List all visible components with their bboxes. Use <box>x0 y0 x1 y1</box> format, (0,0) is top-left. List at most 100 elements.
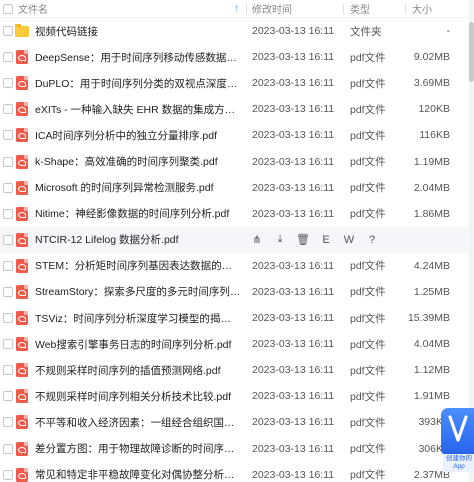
file-name[interactable]: 不规则采样时间序列相关分析技术比较.pdf <box>35 389 241 404</box>
column-header-time[interactable]: 修改时间 <box>252 1 292 16</box>
select-all-checkbox[interactable] <box>3 4 13 14</box>
file-size: 1.25MB <box>413 285 450 298</box>
word-convert-icon[interactable]: W <box>342 233 356 247</box>
row-checkbox[interactable] <box>3 417 13 428</box>
file-name[interactable]: DuPLO：用于时间序列分类的双视点深度学习架构.pdf <box>35 76 241 91</box>
row-checkbox[interactable] <box>3 339 13 350</box>
file-type: pdf文件 <box>350 390 386 403</box>
file-row[interactable]: 视频代码链接 2023-03-13 16:11 文件夹 - <box>0 18 474 44</box>
file-name[interactable]: 差分置方图：用于物理故障诊断的时间序列分析新工具.pdf <box>35 441 241 456</box>
row-checkbox[interactable] <box>3 78 13 89</box>
file-modified-time: 2023-03-13 16:11 <box>252 338 335 351</box>
file-row[interactable]: NTCIR-12 Lifelog 数据分析.pdf ⋔ ⤓ 🗑 E W? <box>0 226 474 253</box>
file-name[interactable]: Nitime：神经影像数据的时间序列分析.pdf <box>35 206 241 221</box>
file-modified-time: 2023-03-13 16:11 <box>252 442 335 455</box>
file-name[interactable]: 常见和特定非平稳故障变化对偶协整分析的故障诊断.pdf <box>35 467 241 482</box>
delete-icon[interactable]: 🗑 <box>296 233 310 247</box>
row-checkbox[interactable] <box>3 130 13 141</box>
file-modified-time: 2023-03-13 16:11 <box>252 51 335 64</box>
file-name[interactable]: 视频代码链接 <box>35 24 241 39</box>
text-extract-icon[interactable]: E <box>319 233 333 247</box>
file-name[interactable]: DeepSense：用于时间序列移动传感数据处理的统一深度学习框架.pdf <box>35 50 241 65</box>
file-modified-time: 2023-03-13 16:11 <box>252 285 335 298</box>
sort-ascending-icon[interactable]: ↑ <box>234 3 239 14</box>
file-row[interactable]: Nitime：神经影像数据的时间序列分析.pdf 2023-03-13 16:11… <box>0 201 474 227</box>
share-icon[interactable]: ⋔ <box>250 233 264 247</box>
column-divider[interactable] <box>343 4 344 14</box>
file-modified-time: 2023-03-13 16:11 <box>252 129 335 142</box>
file-size: 116KB <box>419 129 450 142</box>
file-row[interactable]: StreamStory：探索多尺度的多元时间序列.pdf 2023-03-13 1… <box>0 279 474 305</box>
row-hover-actions: ⋔ ⤓ 🗑 E W? <box>250 233 379 247</box>
row-checkbox[interactable] <box>3 313 13 324</box>
more-icon[interactable]: ? <box>365 233 379 247</box>
file-row[interactable]: 差分置方图：用于物理故障诊断的时间序列分析新工具.pdf 2023-03-13 1… <box>0 436 474 462</box>
file-row[interactable]: eXITs - 一种输入缺失 EHR 数据的集成方法.pdf 2023-03-13… <box>0 96 474 122</box>
file-type: pdf文件 <box>350 260 386 273</box>
download-icon[interactable]: ⤓ <box>273 233 287 247</box>
file-name[interactable]: TSViz：时间序列分析深度学习模型的揭秘.pdf <box>35 311 241 326</box>
column-divider[interactable] <box>246 4 247 14</box>
file-name[interactable]: Microsoft 的时间序列异常检测服务.pdf <box>35 180 241 195</box>
row-checkbox[interactable] <box>3 286 13 297</box>
pdf-file-icon <box>16 415 28 430</box>
column-header-name[interactable]: 文件名 <box>18 1 48 16</box>
row-checkbox[interactable] <box>3 365 13 376</box>
file-name[interactable]: NTCIR-12 Lifelog 数据分析.pdf <box>35 232 241 247</box>
file-modified-time: 2023-03-13 16:11 <box>252 468 335 481</box>
file-type: pdf文件 <box>350 208 386 221</box>
file-modified-time: 2023-03-13 16:11 <box>252 207 335 220</box>
row-checkbox[interactable] <box>3 260 13 271</box>
file-size: 120KB <box>418 103 450 116</box>
file-row[interactable]: 不规则采样时间序列相关分析技术比较.pdf 2023-03-13 16:11 pdf… <box>0 383 474 409</box>
file-modified-time: 2023-03-13 16:11 <box>252 155 335 168</box>
file-type: pdf文件 <box>350 77 386 90</box>
row-checkbox[interactable] <box>3 52 13 63</box>
file-row[interactable]: 常见和特定非平稳故障变化对偶协整分析的故障诊断.pdf 2023-03-13 16… <box>0 462 474 482</box>
column-header-type[interactable]: 类型 <box>350 1 370 16</box>
pdf-file-icon <box>16 206 28 221</box>
file-row[interactable]: ICA时间序列分析中的独立分量排序.pdf 2023-03-13 16:11 pdf… <box>0 122 474 148</box>
row-checkbox[interactable] <box>3 234 13 245</box>
file-type: pdf文件 <box>350 364 386 377</box>
file-row[interactable]: TSViz：时间序列分析深度学习模型的揭秘.pdf 2023-03-13 16:1… <box>0 305 474 331</box>
file-name[interactable]: Web搜索引擎事务日志的时间序列分析.pdf <box>35 337 241 352</box>
pdf-file-icon <box>16 50 28 65</box>
file-row[interactable]: 不平等和收入经济因素：一组经合组织国家的时间序列分析.pdf 2023-03-13… <box>0 409 474 435</box>
pdf-file-icon <box>16 389 28 404</box>
column-header-size[interactable]: 大小 <box>412 1 432 16</box>
row-checkbox[interactable] <box>3 182 13 193</box>
file-name[interactable]: STEM：分析矩时间序列基因表达数据的工具.pdf <box>35 258 241 273</box>
file-name[interactable]: k-Shape：高效准确的时间序列聚类.pdf <box>35 154 241 169</box>
column-divider[interactable] <box>405 4 406 14</box>
pdf-file-icon <box>16 311 28 326</box>
row-checkbox[interactable] <box>3 391 13 402</box>
file-modified-time: 2023-03-13 16:11 <box>252 312 335 325</box>
row-checkbox[interactable] <box>3 469 13 480</box>
file-name[interactable]: StreamStory：探索多尺度的多元时间序列.pdf <box>35 284 241 299</box>
scrollbar-thumb[interactable] <box>469 22 474 82</box>
file-name[interactable]: ICA时间序列分析中的独立分量排序.pdf <box>35 128 241 143</box>
row-checkbox[interactable] <box>3 208 13 219</box>
floating-app-badge[interactable]: 创建你的App <box>441 408 474 474</box>
file-row[interactable]: DeepSense：用于时间序列移动传感数据处理的统一深度学习框架.pdf 202… <box>0 44 474 70</box>
row-checkbox[interactable] <box>3 443 13 454</box>
file-row[interactable]: 不规则采样时间序列的插值预测网络.pdf 2023-03-13 16:11 pdf文… <box>0 357 474 383</box>
file-row[interactable]: STEM：分析矩时间序列基因表达数据的工具.pdf 2023-03-13 16:1… <box>0 253 474 279</box>
row-checkbox[interactable] <box>3 26 13 37</box>
file-row[interactable]: DuPLO：用于时间序列分类的双视点深度学习架构.pdf 2023-03-13 1… <box>0 70 474 96</box>
file-size: - <box>446 25 451 38</box>
file-type: pdf文件 <box>350 469 386 482</box>
file-name[interactable]: 不规则采样时间序列的插值预测网络.pdf <box>35 363 241 378</box>
file-name[interactable]: eXITs - 一种输入缺失 EHR 数据的集成方法.pdf <box>35 102 241 117</box>
file-row[interactable]: k-Shape：高效准确的时间序列聚类.pdf 2023-03-13 16:11 p… <box>0 148 474 174</box>
file-size: 2.04MB <box>413 181 450 194</box>
pdf-file-icon <box>16 284 28 299</box>
file-list: 视频代码链接 2023-03-13 16:11 文件夹 - DeepSense：用于时间… <box>0 18 474 482</box>
pdf-file-icon <box>16 128 28 143</box>
file-name[interactable]: 不平等和收入经济因素：一组经合组织国家的时间序列分析.pdf <box>35 415 241 430</box>
file-row[interactable]: Web搜索引擎事务日志的时间序列分析.pdf 2023-03-13 16:11 pd… <box>0 331 474 357</box>
row-checkbox[interactable] <box>3 104 13 115</box>
row-checkbox[interactable] <box>3 156 13 167</box>
file-row[interactable]: Microsoft 的时间序列异常检测服务.pdf 2023-03-13 16:1… <box>0 175 474 201</box>
